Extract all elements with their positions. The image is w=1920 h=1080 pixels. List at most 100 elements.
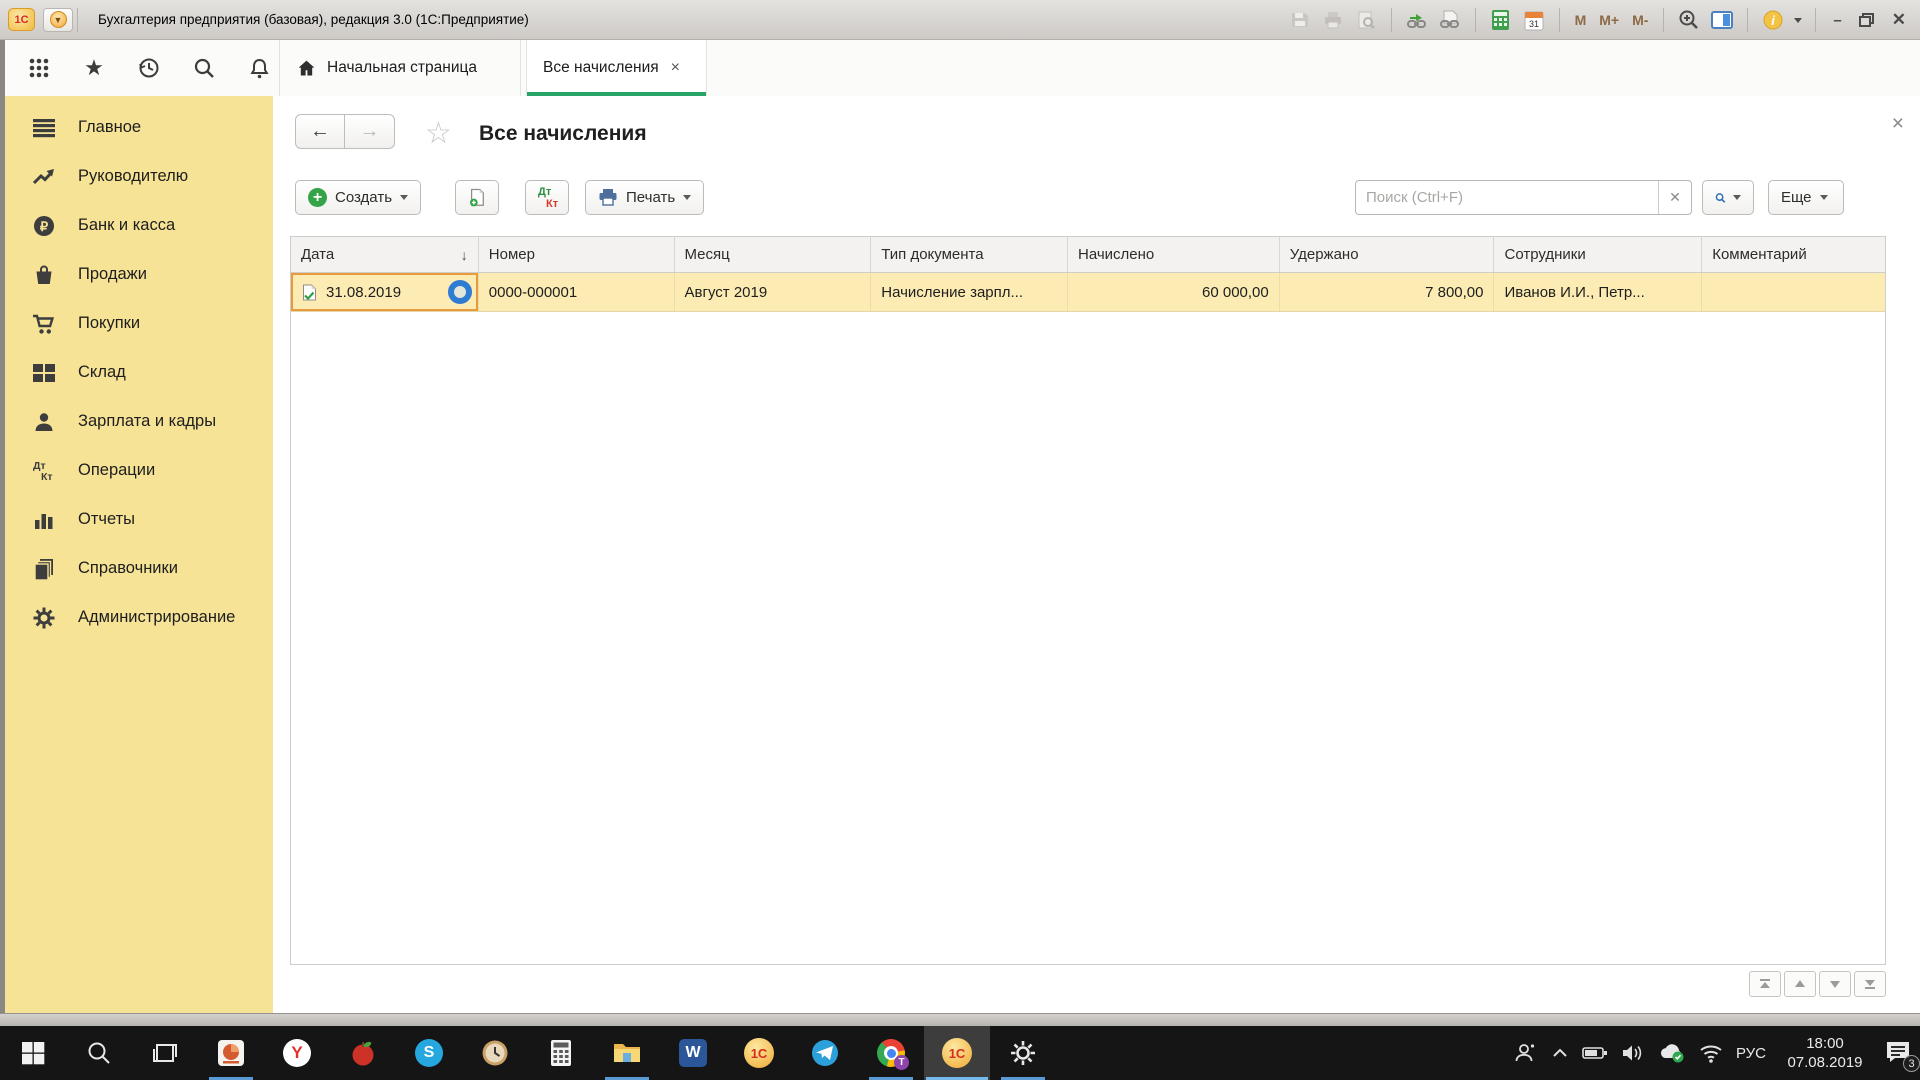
taskbar-apple-app[interactable] — [330, 1026, 396, 1080]
taskbar-clock-app[interactable] — [462, 1026, 528, 1080]
split-view-icon[interactable] — [1710, 8, 1734, 32]
sidebar-item-bank-cash[interactable]: ₽ Банк и касса — [5, 201, 273, 250]
create-button[interactable]: + Создать — [295, 180, 422, 215]
print-button[interactable]: Печать — [585, 180, 705, 215]
favorite-star-icon[interactable]: ☆ — [425, 116, 452, 151]
tab-bar: ★ Начальная страница Все начисления × — [0, 40, 1920, 96]
cell-date-selected[interactable]: 31.08.2019 — [291, 273, 479, 311]
trend-chart-icon — [31, 165, 57, 189]
print-preview-icon[interactable] — [1354, 8, 1378, 32]
restore-button[interactable] — [1855, 8, 1879, 32]
zoom-in-icon[interactable] — [1677, 8, 1701, 32]
column-header-doc-type[interactable]: Тип документа — [871, 237, 1069, 272]
people-icon[interactable] — [1512, 1040, 1538, 1066]
column-header-accrued[interactable]: Начислено — [1068, 237, 1280, 272]
sidebar-item-reports[interactable]: Отчеты — [5, 495, 273, 544]
memory-m-button[interactable]: M — [1573, 12, 1589, 28]
hidden-icons-chevron[interactable] — [1551, 1046, 1569, 1060]
panel-tools: ★ — [26, 40, 272, 96]
memory-m-plus-button[interactable]: M+ — [1597, 12, 1621, 28]
sidebar-item-operations[interactable]: Дт Кт Операции — [5, 446, 273, 495]
tab-all-accruals[interactable]: Все начисления × — [526, 40, 707, 96]
show-postings-button[interactable]: Дт Кт — [525, 180, 569, 215]
cell-accrued[interactable]: 60 000,00 — [1068, 273, 1280, 311]
chevron-down-icon — [400, 195, 409, 200]
cell-doc-type[interactable]: Начисление зарпл... — [871, 273, 1069, 311]
history-icon[interactable] — [136, 55, 162, 81]
main-menu-button[interactable]: ▼ — [43, 7, 73, 32]
taskbar-calculator[interactable] — [528, 1026, 594, 1080]
scroll-to-top-button[interactable] — [1749, 971, 1781, 997]
sidebar-item-manager[interactable]: Руководителю — [5, 152, 273, 201]
chevron-down-icon[interactable] — [1794, 17, 1803, 23]
get-link-icon[interactable] — [1438, 8, 1462, 32]
memory-m-minus-button[interactable]: M- — [1630, 12, 1650, 28]
save-icon[interactable] — [1288, 8, 1312, 32]
favorites-icon[interactable]: ★ — [81, 55, 107, 81]
sidebar-item-main[interactable]: Главное — [5, 103, 273, 152]
cell-month[interactable]: Август 2019 — [675, 273, 872, 311]
action-center-button[interactable]: 3 — [1884, 1038, 1920, 1072]
go-to-link-icon[interactable] — [1405, 8, 1429, 32]
search-input[interactable] — [1356, 181, 1658, 214]
taskbar-word[interactable]: W — [660, 1026, 726, 1080]
clear-search-icon[interactable]: ✕ — [1658, 181, 1691, 214]
cell-number[interactable]: 0000-000001 — [479, 273, 675, 311]
taskbar-telegram[interactable] — [792, 1026, 858, 1080]
info-icon[interactable]: i — [1761, 8, 1785, 32]
taskbar-1c-active[interactable]: 1С — [924, 1026, 990, 1080]
taskbar-file-explorer[interactable] — [594, 1026, 660, 1080]
scroll-to-bottom-button[interactable] — [1854, 971, 1886, 997]
print-icon[interactable] — [1321, 8, 1345, 32]
sidebar-item-administration[interactable]: Администрирование — [5, 593, 273, 642]
sidebar-item-directories[interactable]: Справочники — [5, 544, 273, 593]
language-indicator[interactable]: РУС — [1736, 1045, 1766, 1062]
close-button[interactable]: ✕ — [1888, 10, 1910, 30]
table-row[interactable]: 31.08.2019 0000-000001 Август 2019 Начис… — [290, 273, 1886, 312]
sidebar-item-warehouse[interactable]: Склад — [5, 348, 273, 397]
copy-document-button[interactable] — [455, 180, 499, 215]
back-button[interactable]: ← — [295, 114, 345, 149]
onedrive-cloud-icon[interactable] — [1658, 1042, 1686, 1064]
column-header-employees[interactable]: Сотрудники — [1494, 237, 1703, 272]
column-header-date[interactable]: Дата ↓ — [291, 237, 479, 272]
scroll-down-button[interactable] — [1819, 971, 1851, 997]
minimize-button[interactable]: – — [1829, 12, 1845, 29]
column-header-comment[interactable]: Комментарий — [1702, 237, 1885, 272]
notifications-bell-icon[interactable] — [246, 55, 272, 81]
taskbar-chrome[interactable]: T — [858, 1026, 924, 1080]
tab-close-icon[interactable]: × — [671, 59, 680, 77]
forward-button[interactable]: → — [345, 114, 395, 149]
sections-menu-icon[interactable] — [26, 55, 52, 81]
calendar-icon[interactable]: 31 — [1522, 8, 1546, 32]
form-close-icon[interactable]: × — [1892, 112, 1904, 136]
cell-withheld[interactable]: 7 800,00 — [1280, 273, 1495, 311]
taskbar-yandex[interactable]: Y — [264, 1026, 330, 1080]
taskbar-powerpoint[interactable] — [198, 1026, 264, 1080]
battery-icon[interactable] — [1582, 1044, 1608, 1062]
titlebar-toolbar: 31 M M+ M- i – ✕ — [1288, 0, 1910, 40]
more-button[interactable]: Еще — [1768, 180, 1844, 215]
clock[interactable]: 18:00 07.08.2019 — [1779, 1034, 1871, 1073]
task-view-button[interactable] — [132, 1026, 198, 1080]
cell-employees[interactable]: Иванов И.И., Петр... — [1494, 273, 1703, 311]
sidebar-item-sales[interactable]: Продажи — [5, 250, 273, 299]
calculator-icon[interactable] — [1489, 8, 1513, 32]
column-header-withheld[interactable]: Удержано — [1280, 237, 1495, 272]
volume-icon[interactable] — [1621, 1043, 1645, 1063]
network-wifi-icon[interactable] — [1699, 1043, 1723, 1063]
sidebar-item-purchases[interactable]: Покупки — [5, 299, 273, 348]
column-header-number[interactable]: Номер — [479, 237, 675, 272]
search-icon[interactable] — [191, 55, 217, 81]
taskbar-settings[interactable] — [990, 1026, 1056, 1080]
advanced-search-button[interactable] — [1702, 180, 1754, 215]
column-header-month[interactable]: Месяц — [675, 237, 872, 272]
scroll-up-button[interactable] — [1784, 971, 1816, 997]
cell-comment[interactable] — [1702, 273, 1885, 311]
start-button[interactable] — [0, 1026, 66, 1080]
taskbar-skype[interactable]: S — [396, 1026, 462, 1080]
tab-home[interactable]: Начальная страница — [279, 40, 521, 96]
sidebar-item-payroll-hr[interactable]: Зарплата и кадры — [5, 397, 273, 446]
taskbar-search-button[interactable] — [66, 1026, 132, 1080]
taskbar-1c[interactable]: 1С — [726, 1026, 792, 1080]
